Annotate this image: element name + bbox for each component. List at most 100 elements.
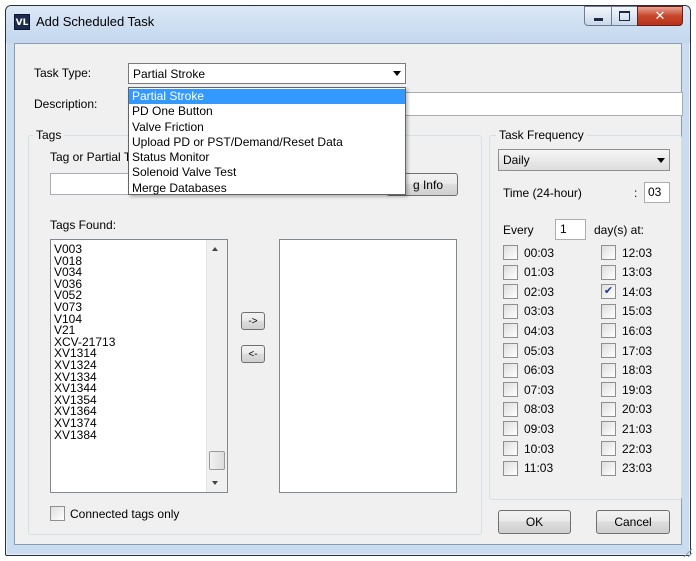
time-checkbox[interactable] [503,362,518,378]
time-option[interactable]: 10:03 [503,441,554,456]
time-option[interactable]: 04:03 [503,323,554,339]
time-label: 03:03 [524,304,555,319]
time-label: 15:03 [622,304,653,319]
scroll-down-icon [212,481,218,485]
time-option[interactable]: 05:03 [503,343,554,358]
time-checkbox[interactable] [601,323,616,339]
connected-only-option[interactable]: Connected tags only [50,506,179,521]
time-option[interactable]: 23:03 [601,460,652,476]
resize-grip-icon[interactable] [681,546,693,558]
time-checkbox[interactable] [601,401,616,417]
time-checkbox[interactable] [503,245,518,260]
scroll-thumb[interactable] [209,451,225,470]
chevron-down-icon [657,158,665,163]
task-type-option[interactable]: Valve Friction [129,120,405,135]
task-type-option[interactable]: PD One Button [129,104,405,119]
time-checkbox[interactable] [503,382,518,398]
time-label: 22:03 [622,441,653,456]
scroll-up-button[interactable] [207,240,227,257]
add-tag-button[interactable]: -> [241,312,265,330]
time-option[interactable]: 11:03 [503,460,554,476]
close-button[interactable]: ✕ [637,6,683,26]
time-checkbox[interactable] [503,303,518,319]
task-type-option[interactable]: Solenoid Valve Test [129,165,405,180]
time-checkbox[interactable] [601,382,616,398]
tag-list-item[interactable]: V21 [51,324,206,336]
task-type-select[interactable]: Partial Stroke [128,63,406,84]
time-label: 20:03 [622,402,653,417]
time-minute-input[interactable]: 03 [644,182,670,203]
time-checkbox[interactable] [503,323,518,339]
frequency-select[interactable]: Daily [498,149,670,171]
time-label: 13:03 [622,265,653,280]
time-option[interactable]: 15:03 [601,303,653,319]
time-option[interactable]: 00:03 [503,245,554,260]
task-type-option[interactable]: Partial Stroke [129,89,405,105]
time-checkbox[interactable] [601,343,616,358]
tag-list-item[interactable]: V003 [51,243,206,255]
time-checkbox[interactable] [601,460,616,476]
time-checkbox[interactable] [503,264,518,280]
time-option[interactable]: 06:03 [503,362,554,378]
time-option[interactable]: 07:03 [503,382,554,398]
time-option[interactable]: 09:03 [503,421,554,437]
time-label: Time (24-hour) [503,186,582,200]
time-checkbox[interactable] [503,401,518,417]
task-type-selected: Partial Stroke [133,66,206,81]
time-checkbox[interactable] [503,441,518,456]
time-option[interactable]: 03:03 [503,303,555,319]
time-option[interactable]: 22:03 [601,441,652,456]
time-option[interactable]: 12:03 [601,245,652,260]
tag-list-item[interactable]: XV1374 [51,417,206,429]
time-separator: : [634,186,638,200]
time-option[interactable]: ✔ 14:03 [601,284,652,300]
time-label: 02:03 [524,284,555,299]
task-type-option[interactable]: Merge Databases [129,181,405,196]
tags-found-scrollbar[interactable] [206,240,227,492]
time-checkbox[interactable] [601,303,616,319]
task-type-option[interactable]: Status Monitor [129,150,405,165]
remove-tag-button[interactable]: <- [241,345,265,363]
time-checkbox[interactable] [503,343,518,358]
time-option[interactable]: 18:03 [601,362,652,378]
days-at-label: day(s) at: [594,223,645,237]
time-checkbox[interactable] [601,264,616,280]
time-option[interactable]: 08:03 [503,401,554,417]
tag-list-item[interactable]: V073 [51,301,206,313]
scroll-up-icon [212,247,218,251]
time-option[interactable]: 02:03 [503,284,555,300]
time-option[interactable]: 21:03 [601,421,652,437]
time-checkbox[interactable] [601,421,616,437]
minimize-button[interactable] [584,6,612,26]
time-option[interactable]: 16:03 [601,323,652,339]
minimize-icon [593,17,603,21]
tags-found-list[interactable]: V003 V018 V034 V036 V052 V073 V104 V21 XCV-21713… [50,239,228,493]
time-checkbox[interactable] [601,245,616,260]
time-option[interactable]: 19:03 [601,382,652,398]
scroll-down-button[interactable] [207,475,227,492]
time-option[interactable]: 01:03 [503,264,554,280]
every-days-input[interactable]: 1 [555,219,586,240]
time-checkbox[interactable] [503,421,518,437]
ok-button[interactable]: OK [498,510,571,534]
time-option[interactable]: 20:03 [601,401,653,417]
tag-list-item[interactable]: XV1324 [51,359,206,371]
cancel-button[interactable]: Cancel [596,510,670,534]
tag-search-label: Tag or Partial T [50,150,132,164]
time-option[interactable]: 17:03 [601,343,652,358]
close-icon: ✕ [654,8,666,23]
time-checkbox[interactable] [601,362,616,378]
connected-only-checkbox[interactable] [50,506,65,521]
time-checkbox[interactable] [503,284,518,300]
task-type-dropdown-list[interactable]: Partial Stroke PD One Button Valve Frictio… [128,87,406,195]
time-label: 11:03 [524,461,554,476]
time-checkbox[interactable]: ✔ [601,284,616,300]
tag-list-item[interactable]: XV1384 [51,429,206,441]
tag-list-item[interactable]: XV1344 [51,382,206,394]
maximize-button[interactable] [611,6,638,26]
time-checkbox[interactable] [601,441,616,456]
selected-tags-list[interactable] [279,239,457,493]
task-type-option[interactable]: Upload PD or PST/Demand/Reset Data [129,135,405,150]
time-checkbox[interactable] [503,460,518,476]
time-option[interactable]: 13:03 [601,264,653,280]
